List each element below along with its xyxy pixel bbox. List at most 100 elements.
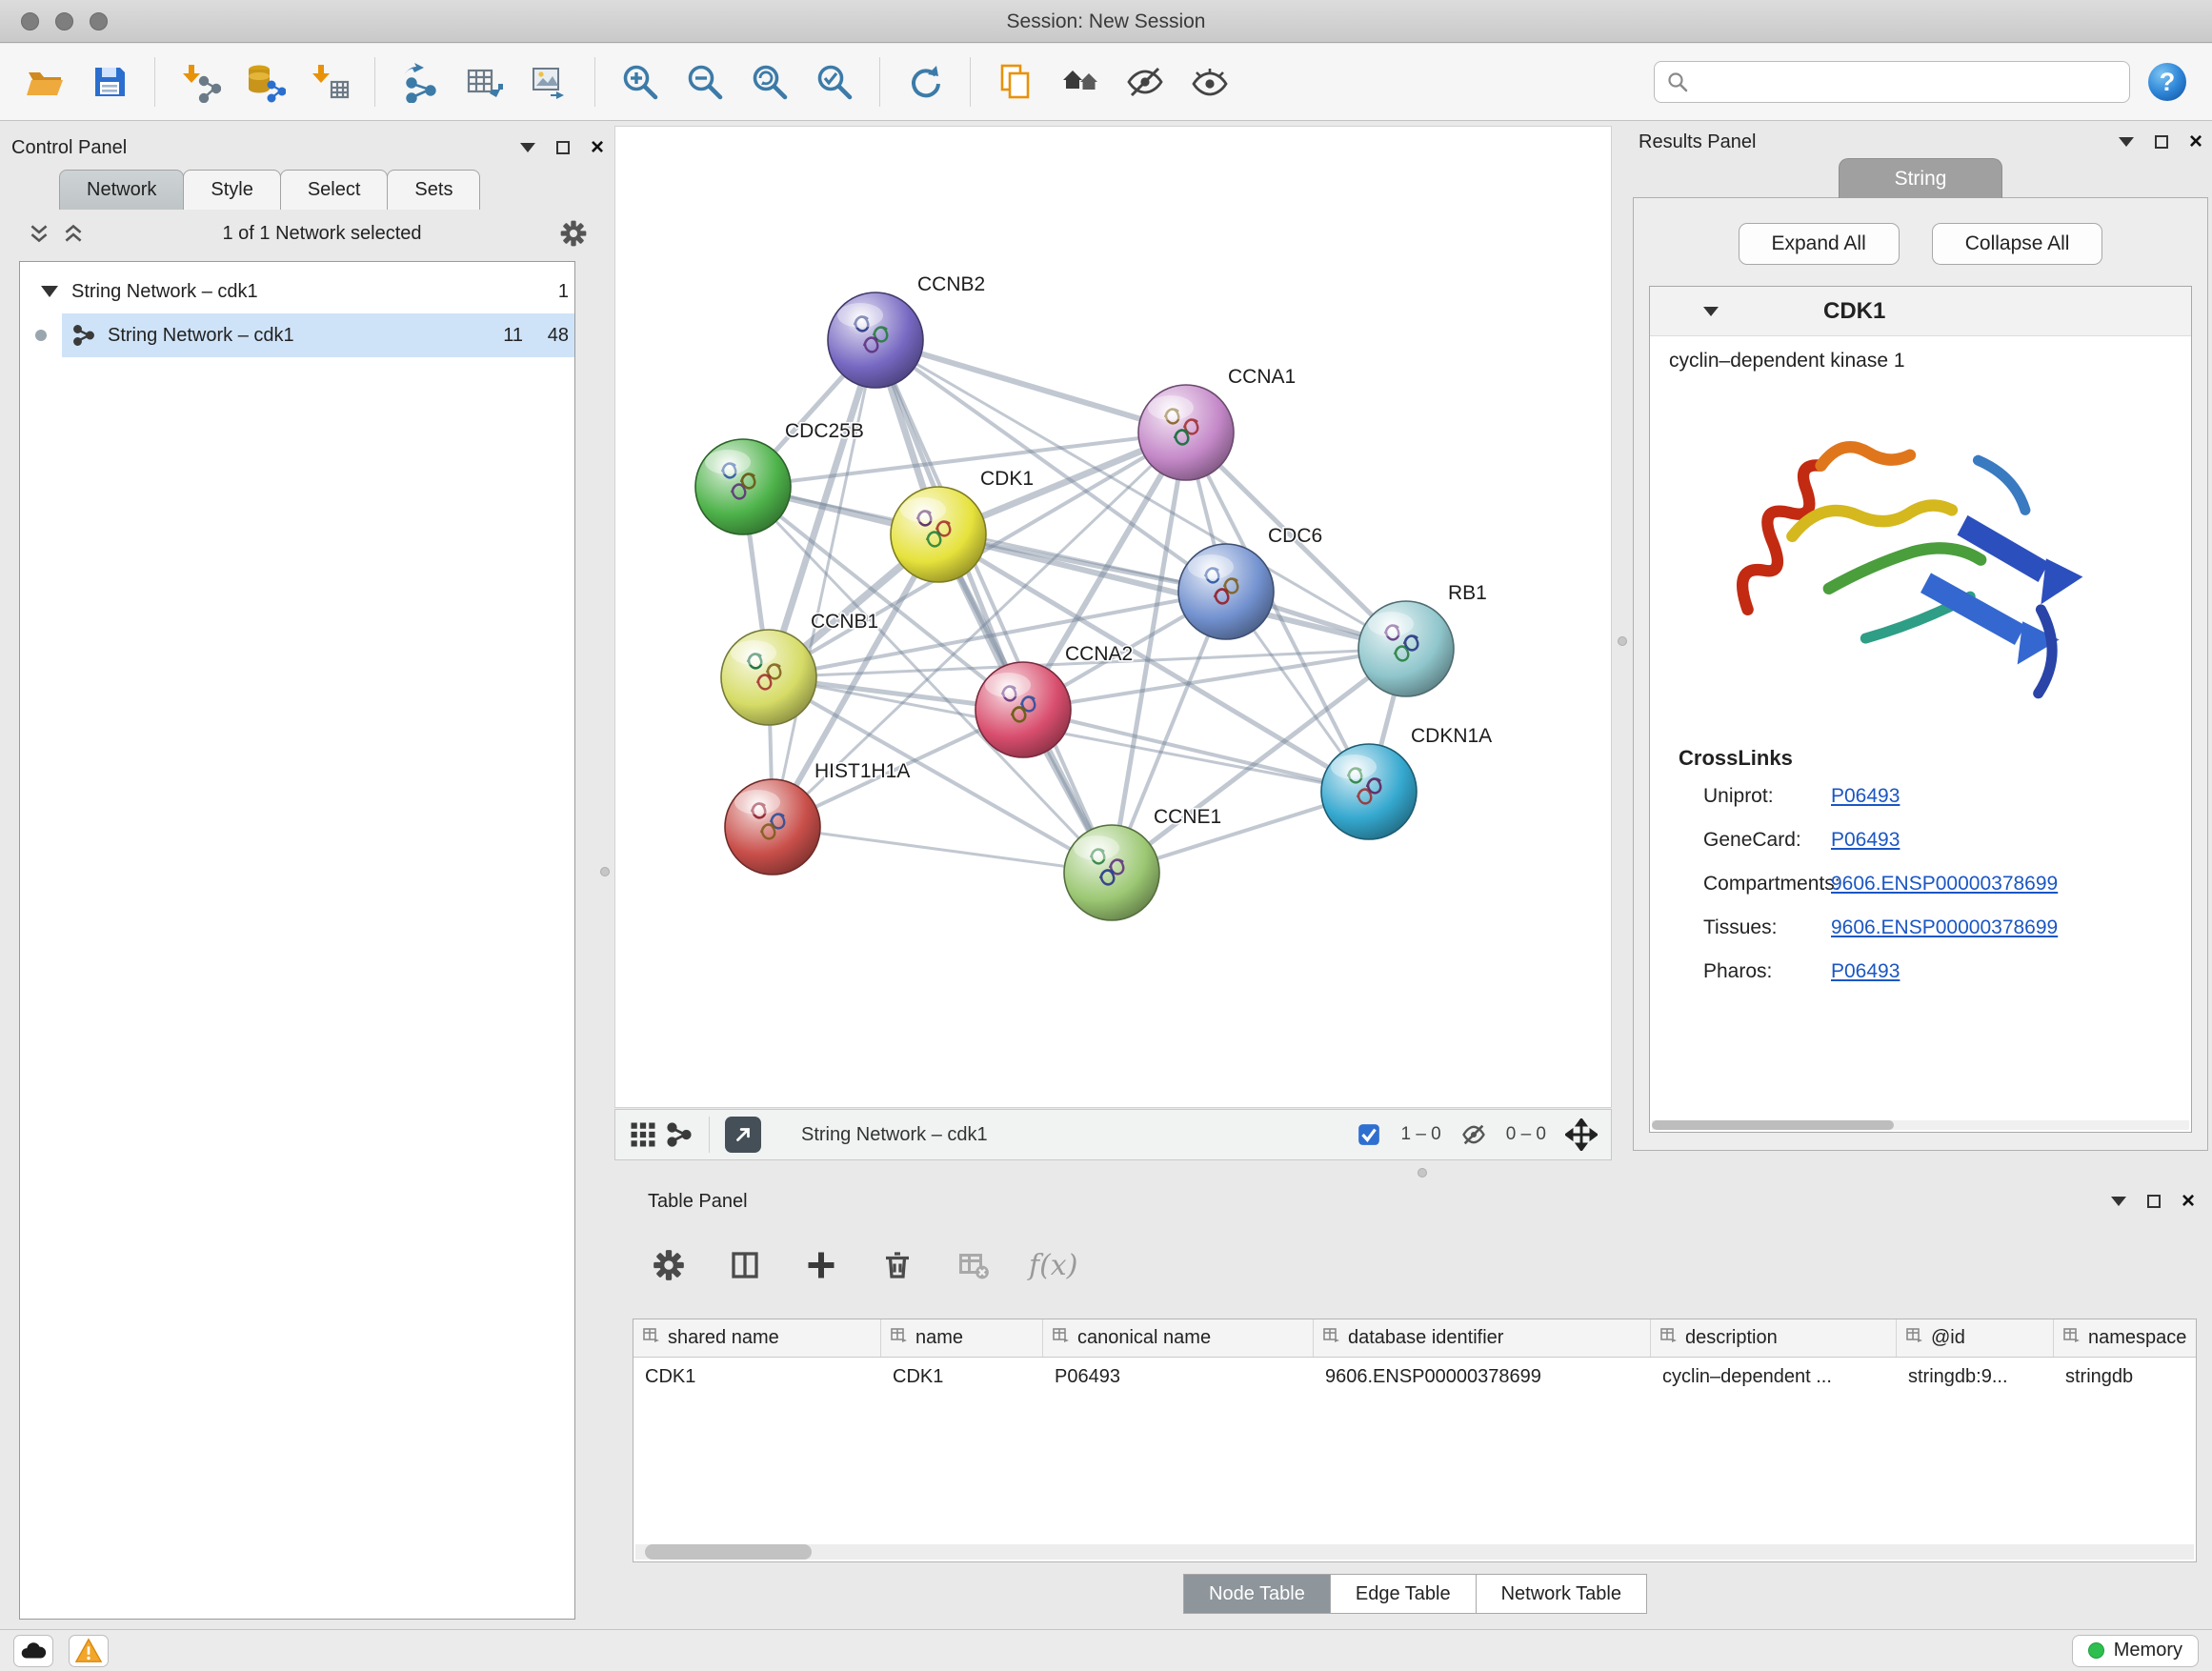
network-node-CCNB1[interactable] [721,630,816,725]
add-column-button[interactable] [800,1244,842,1286]
cloud-button[interactable] [13,1635,53,1667]
expand-all-icon[interactable] [61,221,86,246]
hide-details-button[interactable] [1117,54,1173,110]
selected-checkbox-icon[interactable] [1357,1122,1381,1147]
hidden-eye-off-icon[interactable] [1460,1121,1487,1148]
network-row[interactable]: String Network – cdk1 11 48 [20,313,574,357]
panel-menu-icon[interactable] [2111,1197,2126,1206]
crosslink-link[interactable]: 9606.ENSP00000378699 [1831,916,2058,939]
help-button[interactable]: ? [2140,54,2195,110]
export-image-button[interactable] [522,54,577,110]
column-header-canonical-name[interactable]: canonical name [1043,1319,1314,1357]
panel-menu-icon[interactable] [2119,137,2134,147]
network-view[interactable]: CCNB2CCNA1CDC25BCDK1CDC6RB1CCNB1CCNA2CDK… [614,126,1612,1108]
delete-table-icon [956,1248,991,1282]
column-header-@id[interactable]: @id [1897,1319,2054,1357]
table-settings-button[interactable] [648,1244,690,1286]
tab-network[interactable]: Network [59,170,184,210]
column-header-shared-name[interactable]: shared name [633,1319,881,1357]
tree-expand-icon[interactable] [41,286,58,297]
import-network-button[interactable] [172,54,228,110]
tab-string[interactable]: String [1839,158,2002,198]
copy-style-button[interactable] [988,54,1043,110]
network-node-CCNA2[interactable] [975,662,1071,757]
network-collection-row[interactable]: String Network – cdk1 1 [20,270,574,313]
selected-network-highlight[interactable]: String Network – cdk1 11 48 [62,313,574,357]
column-header-database-identifier[interactable]: database identifier [1314,1319,1651,1357]
tab-node-table[interactable]: Node Table [1183,1574,1331,1614]
memory-button[interactable]: Memory [2072,1635,2199,1667]
pan-crosshair-icon[interactable] [1565,1118,1598,1151]
search-box[interactable] [1654,61,2130,103]
close-panel-icon[interactable]: × [2182,1192,2195,1211]
zoom-fit-button[interactable] [742,54,797,110]
collapse-gene-icon[interactable] [1703,307,1719,316]
network-node-CDK1[interactable] [891,487,986,582]
import-table-button[interactable] [302,54,357,110]
tab-sets[interactable]: Sets [387,170,480,210]
open-session-button[interactable] [17,54,72,110]
bottom-splitter-handle[interactable] [1418,1168,1427,1178]
results-hscrollbar[interactable] [1652,1120,2189,1130]
left-splitter-handle[interactable] [600,867,610,876]
detach-view-button[interactable] [725,1117,761,1153]
network-node-CCNE1[interactable] [1064,825,1159,920]
zoom-in-button[interactable] [613,54,668,110]
new-network-button[interactable] [392,54,448,110]
edge-CCNB2-CCNE1[interactable] [875,340,1112,873]
birds-eye-button[interactable] [1053,54,1108,110]
right-splitter-handle[interactable] [1618,636,1627,646]
gear-icon[interactable] [558,218,589,249]
crosslink-link[interactable]: P06493 [1831,960,1900,983]
crosslink-link[interactable]: P06493 [1831,785,1900,808]
delete-column-button[interactable] [876,1244,918,1286]
panel-menu-icon[interactable] [520,143,535,152]
float-panel-icon[interactable] [2155,135,2168,149]
show-details-button[interactable] [1182,54,1237,110]
network-node-CDC6[interactable] [1178,544,1274,639]
control-panel-tabs: NetworkStyleSelectSets [11,170,604,210]
table-hscrollbar[interactable] [635,1544,2194,1560]
column-header-name[interactable]: name [881,1319,1043,1357]
grid-view-icon[interactable] [629,1120,657,1149]
tab-select[interactable]: Select [280,170,389,210]
node-label-HIST1H1A: HIST1H1A [814,760,910,782]
network-node-CCNB2[interactable] [828,292,923,388]
zoom-out-button[interactable] [677,54,733,110]
close-panel-icon[interactable]: × [591,138,604,157]
edge-CCNB2-HIST1H1A[interactable] [773,340,875,827]
edge-CCNB2-CCNA1[interactable] [875,340,1186,433]
collapse-all-icon[interactable] [27,221,51,246]
tab-network-table[interactable]: Network Table [1476,1574,1647,1614]
network-view-icon[interactable] [665,1120,694,1149]
close-panel-icon[interactable]: × [2189,132,2202,151]
table-row[interactable]: CDK1CDK1P064939606.ENSP00000378699cyclin… [633,1358,2196,1396]
delete-table-button[interactable] [953,1244,995,1286]
tab-style[interactable]: Style [183,170,280,210]
network-node-CDC25B[interactable] [695,439,791,534]
show-columns-button[interactable] [724,1244,766,1286]
tab-edge-table[interactable]: Edge Table [1330,1574,1477,1614]
network-node-HIST1H1A[interactable] [725,779,820,875]
zoom-selected-button[interactable] [807,54,862,110]
network-node-CDKN1A[interactable] [1321,744,1417,839]
crosslink-link[interactable]: 9606.ENSP00000378699 [1831,873,2058,896]
column-header-namespace[interactable]: namespace [2054,1319,2197,1357]
edge-HIST1H1A-CCNE1[interactable] [773,827,1112,873]
crosslink-link[interactable]: P06493 [1831,829,1900,852]
new-table-button[interactable] [457,54,513,110]
collapse-all-button[interactable]: Collapse All [1932,223,2103,265]
edge-CCNA2-CDKN1A[interactable] [1023,710,1369,792]
save-session-button[interactable] [82,54,137,110]
warnings-button[interactable] [69,1635,109,1667]
function-builder-button[interactable]: f(x) [1029,1249,1077,1282]
import-network-database-button[interactable] [237,54,292,110]
refresh-layout-button[interactable] [897,54,953,110]
float-panel-icon[interactable] [2147,1195,2161,1208]
float-panel-icon[interactable] [556,141,570,154]
expand-all-button[interactable]: Expand All [1739,223,1900,265]
network-node-CCNA1[interactable] [1138,385,1234,480]
search-input[interactable] [1697,71,2118,93]
column-header-description[interactable]: description [1651,1319,1897,1357]
network-node-RB1[interactable] [1358,601,1454,696]
